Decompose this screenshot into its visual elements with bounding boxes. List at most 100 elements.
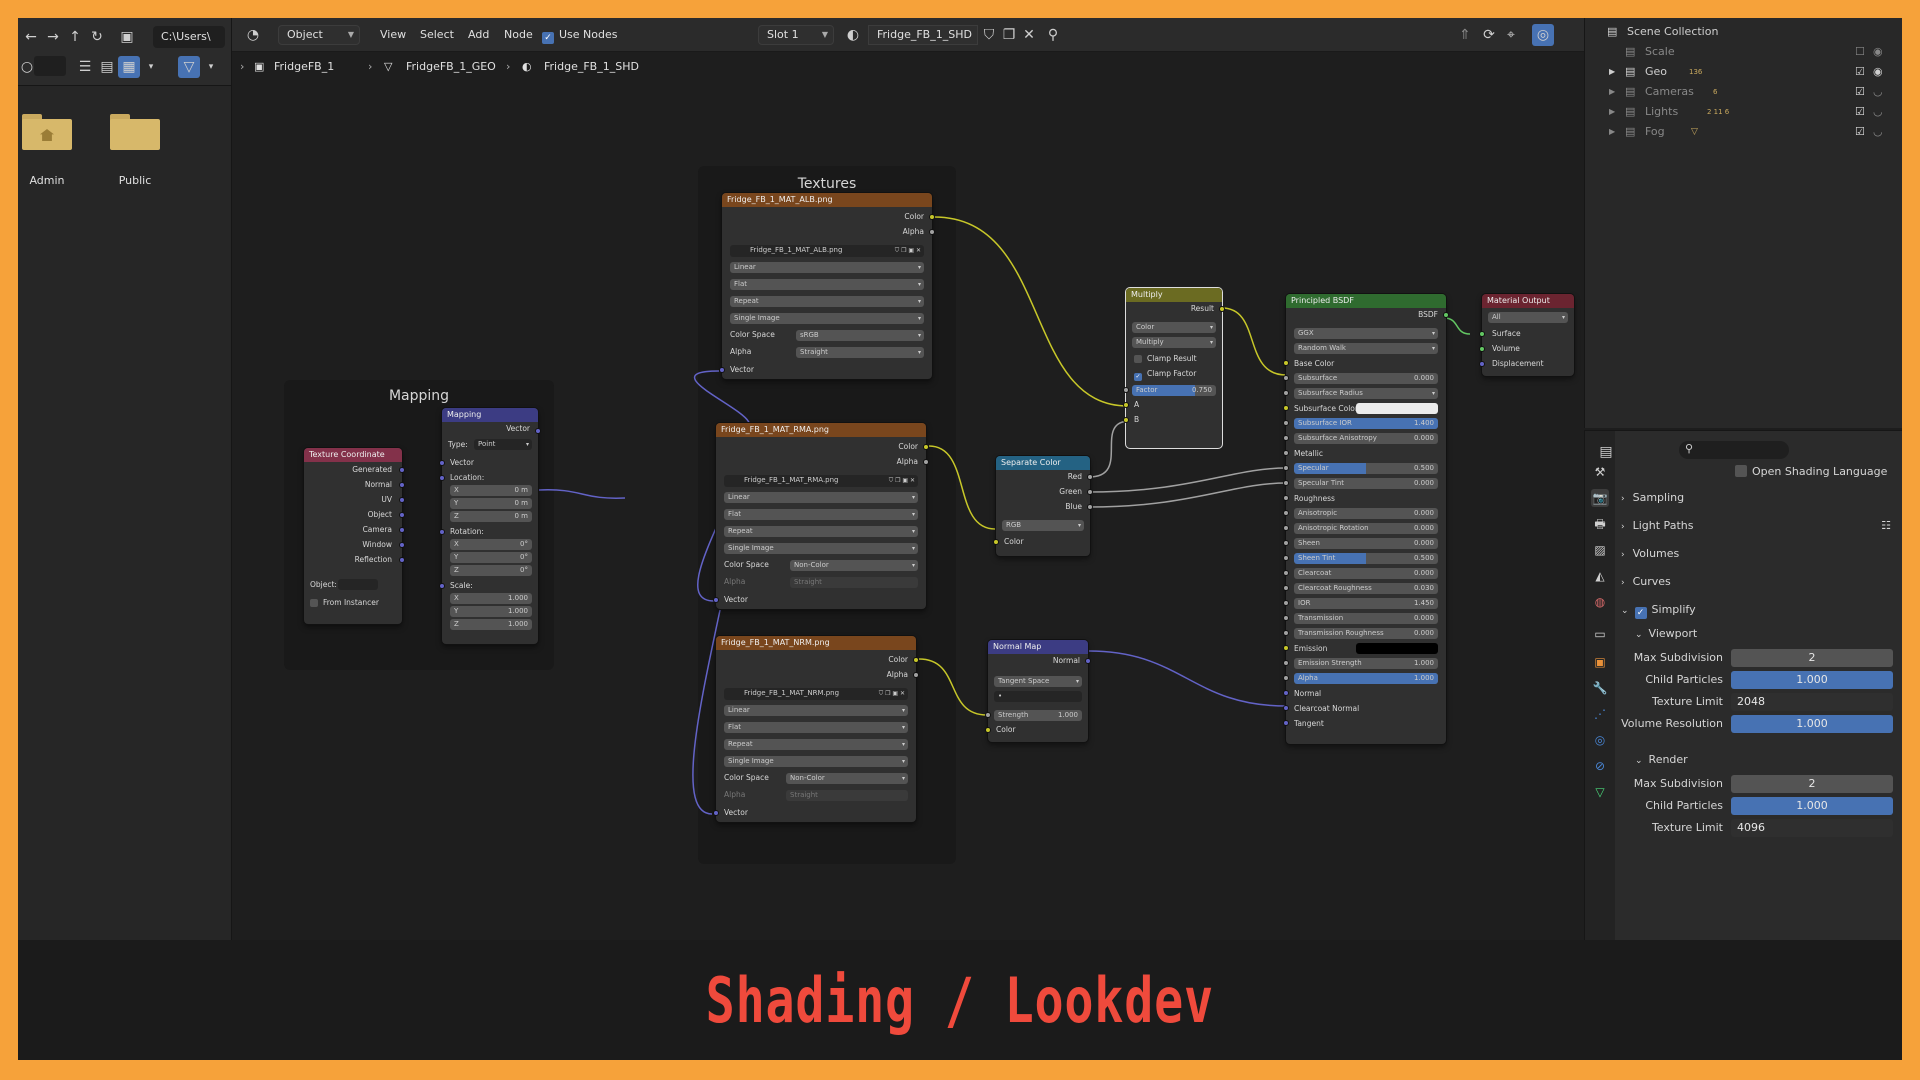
socket[interactable] bbox=[399, 482, 405, 488]
socket[interactable] bbox=[1479, 346, 1485, 352]
socket[interactable] bbox=[399, 527, 405, 533]
outliner-row-lights[interactable]: ▶ ▤ Lights 2 11 6 ☑ ◡ bbox=[1585, 102, 1902, 122]
socket[interactable] bbox=[719, 367, 725, 373]
mapping-node[interactable]: Mapping Vector Type: Point ▾ Vector Locat… bbox=[439, 408, 541, 644]
bsdf-value-slider[interactable]: Transmission 0.000 bbox=[1294, 613, 1438, 624]
bsdf-value-slider[interactable]: Alpha 1.000 bbox=[1294, 673, 1438, 684]
clamp-result-checkbox[interactable]: Clamp Result bbox=[1134, 354, 1197, 364]
rotation-y-field[interactable]: Y 0° bbox=[450, 552, 532, 563]
location-y-field[interactable]: Y0 m bbox=[450, 498, 532, 509]
socket[interactable] bbox=[1283, 660, 1289, 666]
socket[interactable] bbox=[1283, 435, 1289, 441]
interpolation-dropdown[interactable]: Linear ▾ bbox=[730, 262, 924, 273]
bsdf-value-slider[interactable]: Clearcoat Roughness 0.030 bbox=[1294, 583, 1438, 594]
bsdf-value-slider[interactable]: Sheen Tint 0.500 bbox=[1294, 553, 1438, 564]
eye-closed-icon[interactable]: ◡ bbox=[1873, 82, 1883, 102]
socket[interactable] bbox=[1443, 312, 1449, 318]
bsdf-value-slider[interactable]: Emission Strength 1.000 bbox=[1294, 658, 1438, 669]
filter-chevron-icon[interactable]: ▾ bbox=[200, 56, 222, 78]
panel-simplify[interactable]: ⌄ ✓ Simplify bbox=[1621, 599, 1902, 621]
exclude-checkbox[interactable]: ☑ bbox=[1855, 102, 1865, 122]
from-instancer-checkbox[interactable]: From Instancer bbox=[310, 598, 379, 608]
outliner-row-cameras[interactable]: ▶ ▤ Cameras 6 ☑ ◡ bbox=[1585, 82, 1902, 102]
socket[interactable] bbox=[399, 467, 405, 473]
extension-dropdown[interactable]: Repeat ▾ bbox=[724, 739, 908, 750]
socket[interactable] bbox=[1283, 630, 1289, 636]
exclude-checkbox[interactable]: ☑ bbox=[1855, 82, 1865, 102]
socket[interactable] bbox=[439, 583, 445, 589]
bsdf-value-slider[interactable]: Anisotropic Rotation 0.000 bbox=[1294, 523, 1438, 534]
field-value[interactable]: 4096 bbox=[1731, 819, 1893, 837]
socket[interactable] bbox=[399, 512, 405, 518]
color-swatch[interactable] bbox=[1356, 643, 1438, 654]
bsdf-value-slider[interactable]: Sheen 0.000 bbox=[1294, 538, 1438, 549]
data-tab-icon[interactable]: ▽ bbox=[1591, 783, 1609, 801]
node-header[interactable]: Principled BSDF bbox=[1286, 294, 1446, 308]
socket[interactable] bbox=[1087, 474, 1093, 480]
data-type-dropdown[interactable]: Color ▾ bbox=[1132, 322, 1216, 333]
factor-slider[interactable]: Factor 0.750 bbox=[1132, 385, 1216, 396]
strength-field[interactable]: Strength 1.000 bbox=[994, 710, 1082, 721]
filter-search-input[interactable] bbox=[34, 56, 66, 76]
exclude-checkbox[interactable]: ☐ bbox=[1855, 42, 1865, 62]
socket[interactable] bbox=[985, 712, 991, 718]
list-horizontal-icon[interactable]: ▤ bbox=[96, 56, 118, 78]
socket[interactable] bbox=[993, 539, 999, 545]
socket[interactable] bbox=[1123, 387, 1129, 393]
particles-tab-icon[interactable]: ⋰ bbox=[1591, 705, 1609, 723]
refresh-icon[interactable]: ↻ bbox=[86, 26, 108, 48]
socket[interactable] bbox=[923, 444, 929, 450]
socket[interactable] bbox=[439, 529, 445, 535]
location-z-field[interactable]: Z0 m bbox=[450, 511, 532, 522]
exclude-checkbox[interactable]: ☑ bbox=[1855, 122, 1865, 142]
bsdf-value-slider[interactable]: Subsurface Anisotropy 0.000 bbox=[1294, 433, 1438, 444]
mix-multiply-node[interactable]: Multiply Result Color ▾ Multiply ▾ Clamp R… bbox=[1123, 288, 1225, 448]
image-selector[interactable]: Fridge_FB_1_MAT_NRM.png ⛉ ❐ ▣ ✕ bbox=[724, 688, 908, 700]
back-icon[interactable]: ← bbox=[20, 26, 42, 48]
outliner-row-scale[interactable]: ▤ Scale ☐ ◉ bbox=[1585, 42, 1902, 62]
node-header[interactable]: Fridge_FB_1_MAT_NRM.png bbox=[716, 636, 916, 650]
socket[interactable] bbox=[1283, 645, 1289, 651]
socket[interactable] bbox=[929, 214, 935, 220]
space-dropdown[interactable]: Tangent Space ▾ bbox=[994, 676, 1082, 687]
panel-sampling[interactable]: › Sampling bbox=[1621, 487, 1902, 509]
scene-collection-row[interactable]: ▤ Scene Collection bbox=[1585, 22, 1902, 42]
socket[interactable] bbox=[913, 672, 919, 678]
bsdf-value-slider[interactable]: IOR 1.450 bbox=[1294, 598, 1438, 609]
socket[interactable] bbox=[1219, 306, 1225, 312]
socket[interactable] bbox=[1479, 361, 1485, 367]
socket[interactable] bbox=[913, 657, 919, 663]
expand-icon[interactable]: ▶ bbox=[1609, 82, 1615, 102]
constraints-tab-icon[interactable]: ⊘ bbox=[1591, 757, 1609, 775]
blend-mode-dropdown[interactable]: Multiply ▾ bbox=[1132, 337, 1216, 348]
bsdf-value-slider[interactable]: Transmission Roughness 0.000 bbox=[1294, 628, 1438, 639]
image-texture-node-rma[interactable]: Fridge_FB_1_MAT_RMA.png Color Alpha Frid… bbox=[713, 423, 929, 609]
socket[interactable] bbox=[1283, 720, 1289, 726]
socket[interactable] bbox=[713, 597, 719, 603]
panel-curves[interactable]: › Curves bbox=[1621, 571, 1902, 593]
texture-coordinate-node[interactable]: Texture Coordinate Generated Normal UV O… bbox=[304, 448, 405, 624]
node-header[interactable]: Separate Color bbox=[996, 456, 1090, 470]
socket[interactable] bbox=[399, 557, 405, 563]
eye-icon[interactable]: ◉ bbox=[1873, 62, 1883, 82]
expand-icon[interactable]: ▶ bbox=[1609, 122, 1615, 142]
socket[interactable] bbox=[1283, 690, 1289, 696]
socket[interactable] bbox=[1283, 570, 1289, 576]
outliner-row-fog[interactable]: ▶ ▤ Fog ▽ ☑ ◡ bbox=[1585, 122, 1902, 142]
properties-search-input[interactable]: ⚲ bbox=[1679, 441, 1789, 459]
socket[interactable] bbox=[1087, 504, 1093, 510]
bsdf-value-slider[interactable]: Subsurface IOR 1.400 bbox=[1294, 418, 1438, 429]
list-vertical-icon[interactable]: ☰ bbox=[74, 56, 96, 78]
alpha-dropdown[interactable]: Straight bbox=[790, 577, 918, 588]
outliner-row-geo[interactable]: ▶ ▤ Geo 136 ☑ ◉ bbox=[1585, 62, 1902, 82]
bsdf-value-slider[interactable]: Specular 0.500 bbox=[1294, 463, 1438, 474]
bsdf-value-slider[interactable]: Subsurface 0.000 bbox=[1294, 373, 1438, 384]
bsdf-value-slider[interactable]: Specular Tint 0.000 bbox=[1294, 478, 1438, 489]
socket[interactable] bbox=[1087, 489, 1093, 495]
socket[interactable] bbox=[1283, 540, 1289, 546]
socket[interactable] bbox=[1283, 615, 1289, 621]
panel-light-paths[interactable]: › Light Paths ☷ bbox=[1621, 515, 1902, 537]
node-header[interactable]: Mapping bbox=[442, 408, 538, 422]
eye-closed-icon[interactable]: ◡ bbox=[1873, 122, 1883, 142]
interpolation-dropdown[interactable]: Linear ▾ bbox=[724, 705, 908, 716]
